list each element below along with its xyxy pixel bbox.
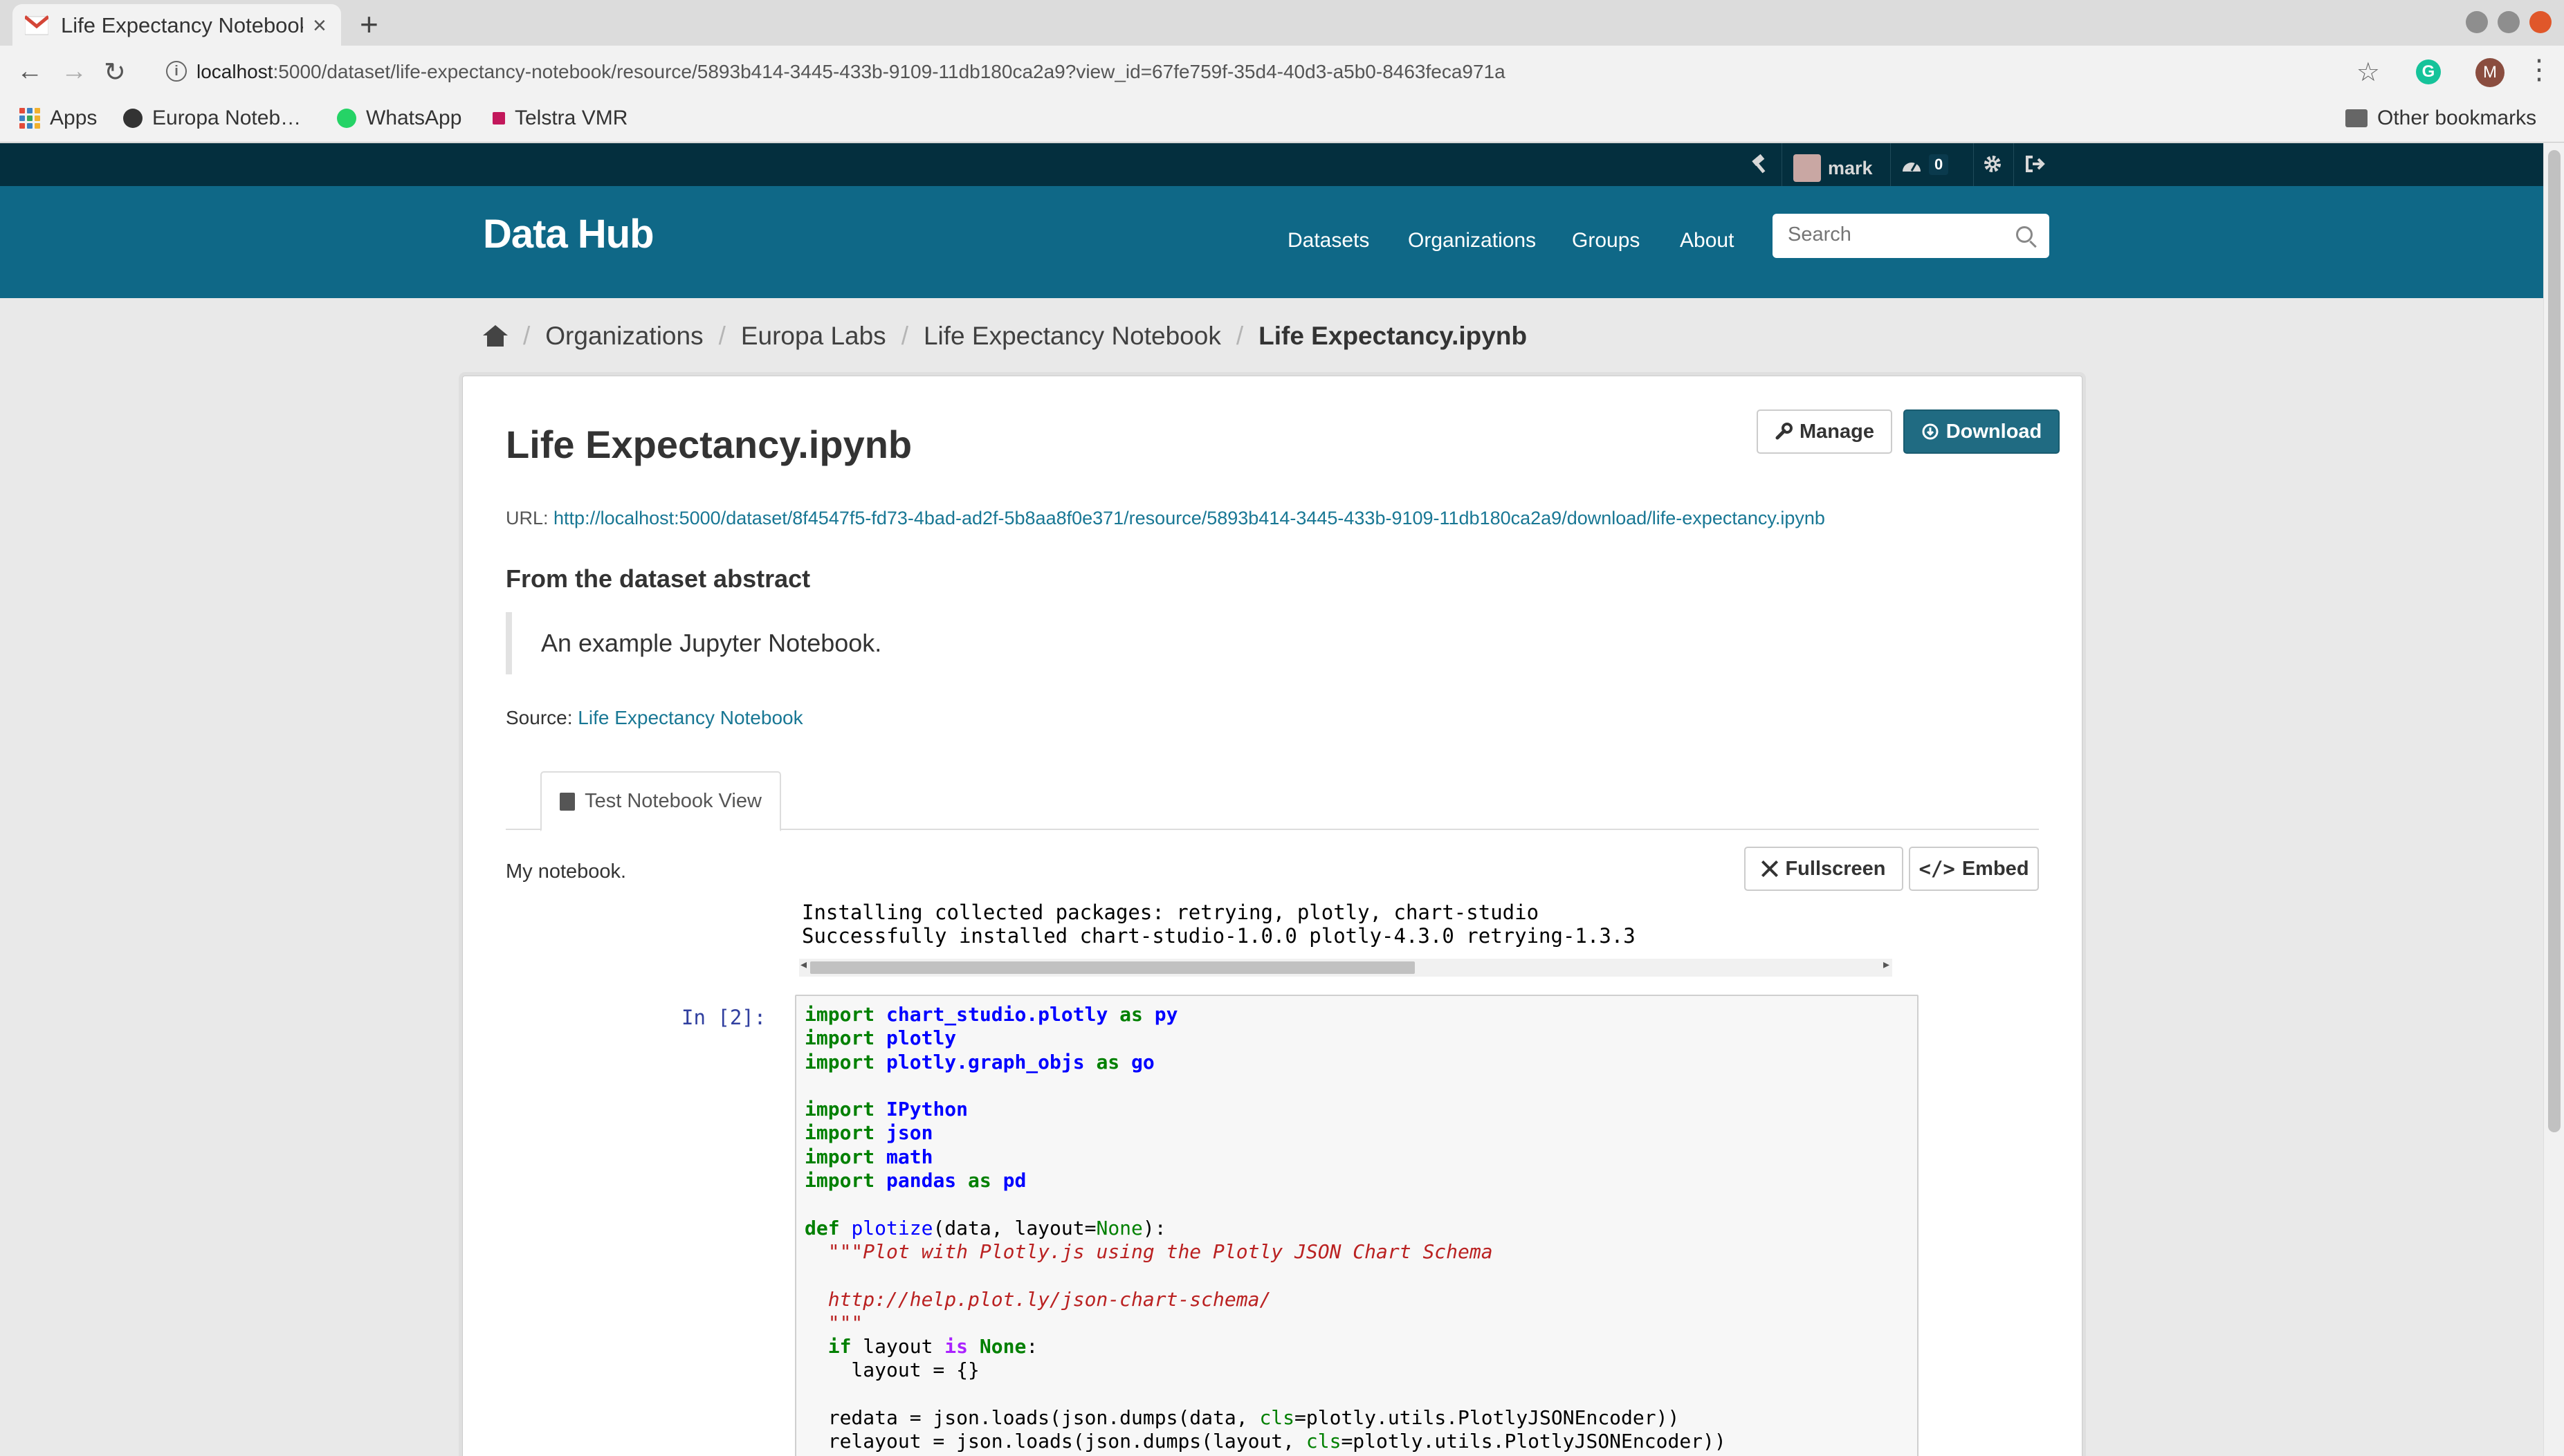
address-url[interactable]: localhost:5000/dataset/life-expectancy-n… [196,61,1505,83]
site-info-icon[interactable]: i [166,61,187,82]
notebook-view-frame[interactable]: Installing collected packages: retrying,… [506,901,2039,1456]
maximize-button[interactable] [2498,11,2520,33]
download-button[interactable]: Download [1903,409,2060,454]
page-scrollbar[interactable] [2543,143,2564,1456]
site-search [1773,214,2049,258]
tab-close-icon[interactable]: × [313,12,327,39]
browser-toolbar: ← → ↻ i localhost:5000/dataset/life-expe… [0,46,2564,98]
source-line: Source: Life Expectancy Notebook [506,707,803,728]
breadcrumb-dataset[interactable]: Life Expectancy Notebook [924,322,1221,351]
forward-arrow-icon[interactable]: → [61,57,87,86]
profile-avatar[interactable]: M [2475,58,2505,87]
expand-icon [1761,860,1778,877]
cell-prompt: In [2]: [681,1006,767,1029]
site-masthead: Data Hub Datasets Organizations Groups A… [0,186,2543,298]
grammarly-extension-icon[interactable]: G [2416,59,2441,84]
other-bookmarks[interactable]: Other bookmarks [2345,107,2536,130]
source-link[interactable]: Life Expectancy Notebook [578,707,803,728]
user-account-link[interactable]: mark [1793,154,1873,182]
gmail-favicon-icon [24,15,50,36]
folder-icon [2345,109,2368,127]
telstra-icon [493,112,505,125]
site-title[interactable]: Data Hub [483,211,654,257]
bookmark-star-icon[interactable]: ☆ [2356,57,2380,88]
resource-url: URL: http://localhost:5000/dataset/8f454… [506,508,1825,528]
bookmark-telstra-vmr[interactable]: Telstra VMR [493,107,628,130]
bookmark-whatsapp[interactable]: WhatsApp [337,107,461,130]
nav-about[interactable]: About [1680,229,1734,252]
manage-button[interactable]: Manage [1757,409,1892,454]
fullscreen-button[interactable]: Fullscreen [1744,847,1903,891]
logout-icon[interactable] [2024,154,2045,174]
breadcrumb-organizations[interactable]: Organizations [545,322,703,351]
breadcrumb: / Organizations / Europa Labs / Life Exp… [483,322,1527,351]
resource-view-tabs: Test Notebook View [506,771,2039,831]
code-icon: </> [1919,857,1955,881]
dashboard-icon [1903,162,1921,172]
download-circle-icon [1922,423,1939,440]
page-title: Life Expectancy.ipynb [506,423,913,466]
whatsapp-icon [337,109,356,128]
window-controls [2466,11,2552,33]
browser-tab[interactable]: Life Expectancy Notebook × [12,4,341,47]
browser-tab-strip: Life Expectancy Notebook × + [0,0,2564,47]
abstract-quote: An example Jupyter Notebook. [506,612,2039,674]
close-window-button[interactable] [2529,11,2552,33]
apps-grid-icon [19,108,40,129]
home-icon[interactable] [483,325,508,347]
output-horizontal-scrollbar[interactable]: ◂ ▸ [799,957,1892,977]
bookmarks-bar: Apps Europa Noteb… WhatsApp Telstra VMR … [0,98,2564,142]
back-arrow-icon[interactable]: ← [17,57,43,86]
minimize-button[interactable] [2466,11,2488,33]
resource-url-link[interactable]: http://localhost:5000/dataset/8f4547f5-f… [553,508,1825,528]
cell-output: Installing collected packages: retrying,… [802,901,1636,948]
abstract-heading: From the dataset abstract [506,564,811,593]
tab-title: Life Expectancy Notebook [61,13,303,37]
tab-test-notebook-view[interactable]: Test Notebook View [540,771,781,831]
wrench-icon [1775,423,1793,440]
breadcrumb-europa-labs[interactable]: Europa Labs [741,322,886,351]
account-bar: mark 0 [0,143,2543,186]
bookmark-europa-notebook[interactable]: Europa Noteb… [123,107,301,130]
browser-menu-icon[interactable]: ⋮ [2525,54,2553,86]
code-cell[interactable]: import chart_studio.plotly as py import … [795,995,1919,1456]
settings-gear-icon[interactable] [1983,154,2002,174]
search-input[interactable] [1788,214,2009,255]
breadcrumb-resource[interactable]: Life Expectancy.ipynb [1258,322,1527,351]
page-viewport: mark 0 Data Hub Datasets Organizations G… [0,143,2543,1456]
bookmark-apps[interactable]: Apps [19,107,97,130]
nav-groups[interactable]: Groups [1572,229,1640,252]
nav-datasets[interactable]: Datasets [1288,229,1369,252]
nav-organizations[interactable]: Organizations [1408,229,1536,252]
search-icon[interactable] [2016,226,2033,243]
view-description: My notebook. [506,860,627,883]
book-icon [560,792,576,811]
avatar [1793,154,1821,182]
reload-icon[interactable]: ↻ [104,57,126,88]
new-tab-button[interactable]: + [360,6,378,43]
code-source: import chart_studio.plotly as py import … [805,1003,1726,1453]
sysadmin-hammer-icon[interactable] [1750,154,1771,175]
dashboard-link[interactable]: 0 [1901,154,1949,175]
resource-card: Life Expectancy.ipynb Manage Download UR… [462,376,2082,1456]
globe-icon [123,109,143,128]
address-bar[interactable]: i localhost:5000/dataset/life-expectancy… [147,53,2388,91]
embed-button[interactable]: </> Embed [1909,847,2039,891]
